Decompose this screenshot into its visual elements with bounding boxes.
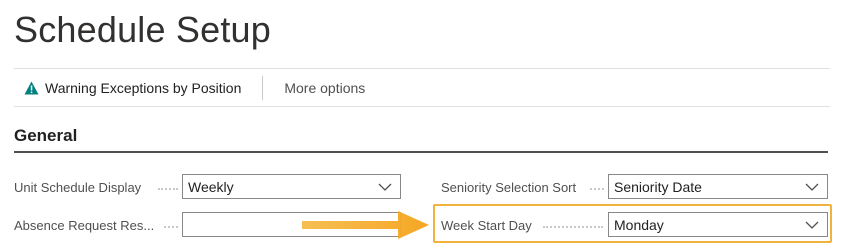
warning-exceptions-label: Warning Exceptions by Position: [45, 79, 242, 96]
highlight-box: [433, 204, 832, 243]
seniority-selection-sort-value: Seniority Date: [614, 179, 702, 195]
label-leader-dots: [164, 226, 178, 228]
action-bar: Warning Exceptions by Position More opti…: [14, 69, 375, 106]
more-options-button[interactable]: More options: [274, 69, 375, 106]
chevron-down-icon: [378, 183, 392, 191]
seniority-selection-sort-label: Seniority Selection Sort: [441, 180, 577, 195]
absence-request-res-label: Absence Request Res...: [14, 218, 155, 233]
label-leader-dots: [590, 188, 604, 190]
more-options-label: More options: [284, 79, 366, 96]
unit-schedule-display-label: Unit Schedule Display: [14, 180, 142, 195]
page-title: Schedule Setup: [14, 9, 271, 50]
label-leader-dots: [158, 188, 178, 190]
unit-schedule-display-select[interactable]: Weekly: [182, 174, 401, 199]
seniority-selection-sort-select[interactable]: Seniority Date: [608, 174, 828, 199]
warning-exceptions-button[interactable]: Warning Exceptions by Position: [14, 69, 251, 106]
unit-schedule-display-value: Weekly: [188, 179, 234, 195]
toolbar-divider-bottom: [14, 106, 830, 107]
toolbar-separator: [262, 75, 264, 100]
arrow-right-icon: [302, 211, 429, 239]
chevron-down-icon: [805, 183, 819, 191]
warning-icon: [24, 81, 39, 95]
section-rule: [14, 151, 828, 153]
section-title-general[interactable]: General: [14, 126, 77, 146]
